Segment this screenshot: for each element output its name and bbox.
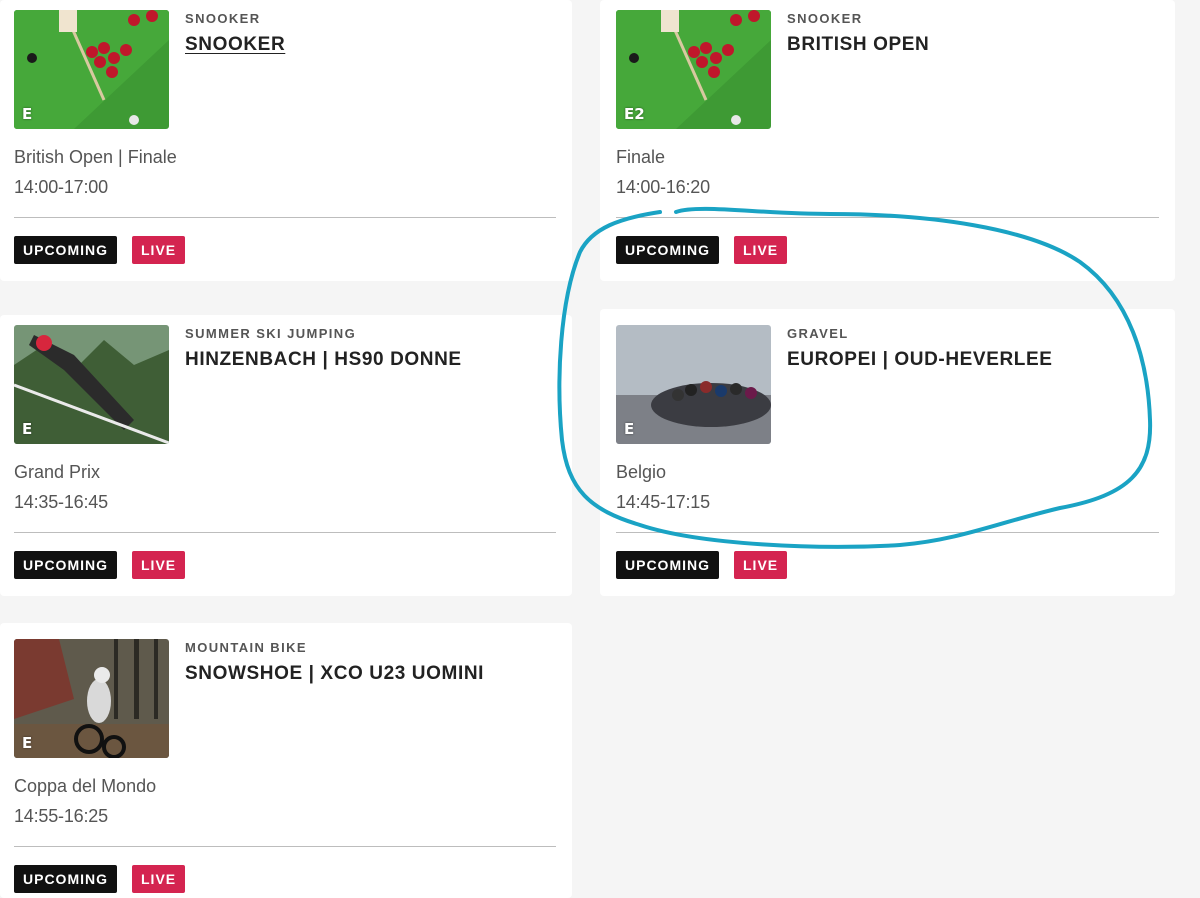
event-title[interactable]: EUROPEI | OUD-HEVERLEE [787,349,1163,371]
event-time: 14:00-16:20 [616,177,710,197]
upcoming-badge[interactable]: UPCOMING [14,865,117,893]
live-badge[interactable]: LIVE [734,551,788,579]
eurosport-logo-icon: E [624,420,635,438]
event-thumbnail[interactable]: E [14,325,169,444]
sport-label: SUMMER SKI JUMPING [185,326,357,341]
event-card-british-open[interactable]: E2 SNOOKER BRITISH OPEN Finale 14:00-16:… [600,0,1175,281]
divider [616,217,1159,218]
divider [14,532,556,533]
event-thumbnail[interactable]: E [14,10,169,129]
event-subtitle: Coppa del Mondo [14,776,157,796]
upcoming-badge[interactable]: UPCOMING [14,236,117,264]
live-badge[interactable]: LIVE [132,551,186,579]
event-thumbnail[interactable]: E2 [616,10,771,129]
event-title[interactable]: HINZENBACH | HS90 DONNE [185,349,560,371]
event-subtitle: British Open | Finale [14,147,177,167]
event-card-snooker[interactable]: E SNOOKER SNOOKER British Open | Finale … [0,0,572,281]
divider [14,217,556,218]
divider [14,846,556,847]
live-badge[interactable]: LIVE [132,865,186,893]
eurosport-logo-icon: E [22,105,33,123]
event-thumbnail[interactable]: E [14,639,169,758]
event-subtitle: Grand Prix [14,462,101,482]
event-title[interactable]: SNOWSHOE | XCO U23 UOMINI [185,663,560,685]
sport-label: SNOOKER [185,11,261,26]
eurosport-2-logo-icon: E2 [624,105,645,123]
event-title-link[interactable]: SNOOKER [185,34,560,56]
live-badge[interactable]: LIVE [132,236,186,264]
upcoming-badge[interactable]: UPCOMING [616,551,719,579]
divider [616,532,1159,533]
event-card-gravel[interactable]: E GRAVEL EUROPEI | OUD-HEVERLEE Belgio 1… [600,309,1175,596]
event-card-mountain-bike[interactable]: E MOUNTAIN BIKE SNOWSHOE | XCO U23 UOMIN… [0,623,572,898]
upcoming-badge[interactable]: UPCOMING [616,236,719,264]
event-subtitle: Belgio [616,462,667,482]
live-badge[interactable]: LIVE [734,236,788,264]
event-time: 14:55-16:25 [14,806,108,826]
event-thumbnail[interactable]: E [616,325,771,444]
event-card-ski-jumping[interactable]: E SUMMER SKI JUMPING HINZENBACH | HS90 D… [0,315,572,596]
sport-label: GRAVEL [787,326,849,341]
event-time: 14:35-16:45 [14,492,108,512]
eurosport-logo-icon: E [22,734,33,752]
event-title[interactable]: BRITISH OPEN [787,34,1163,56]
event-subtitle: Finale [616,147,666,167]
sport-label: MOUNTAIN BIKE [185,640,307,655]
sport-label: SNOOKER [787,11,863,26]
event-time: 14:45-17:15 [616,492,710,512]
upcoming-badge[interactable]: UPCOMING [14,551,117,579]
event-time: 14:00-17:00 [14,177,108,197]
eurosport-logo-icon: E [22,420,33,438]
